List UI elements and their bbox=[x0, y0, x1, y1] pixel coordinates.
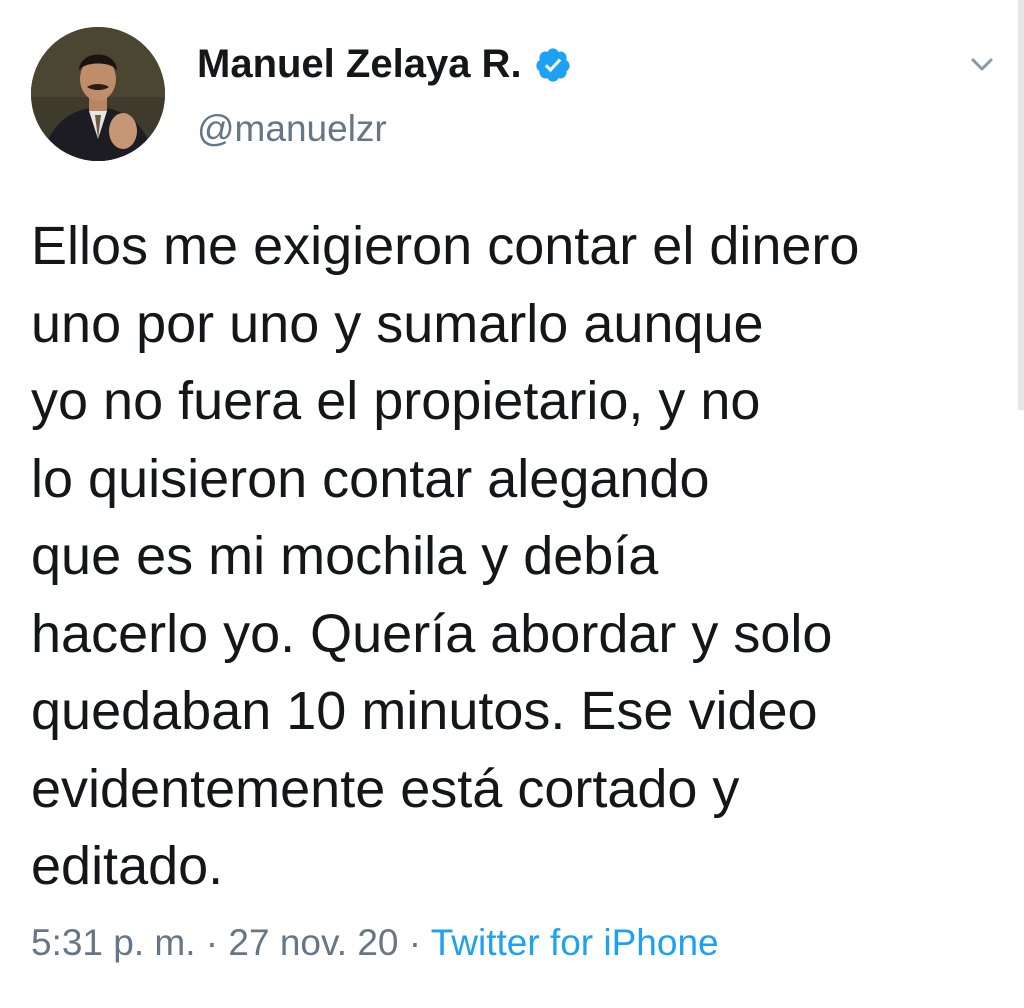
scrollbar[interactable] bbox=[1018, 0, 1024, 410]
meta-separator: · bbox=[195, 922, 229, 963]
author-handle[interactable]: @manuelzr bbox=[197, 108, 387, 150]
tweet-source-link[interactable]: Twitter for iPhone bbox=[431, 922, 719, 963]
tweet-card: Manuel Zelaya R. @manuelzr Ellos me exig… bbox=[0, 0, 1024, 1008]
author-name[interactable]: Manuel Zelaya R. bbox=[197, 42, 572, 87]
verified-badge-icon bbox=[534, 46, 572, 84]
meta-separator: · bbox=[398, 922, 431, 963]
tweet-time[interactable]: 5:31 p. m. bbox=[31, 922, 196, 963]
author-name-text[interactable]: Manuel Zelaya R. bbox=[197, 42, 522, 87]
tweet-text: Ellos me exigieron contar el dinero uno … bbox=[31, 216, 860, 896]
tweet-meta: 5:31 p. m. · 27 nov. 20 · Twitter for iP… bbox=[31, 922, 719, 964]
chevron-down-icon[interactable] bbox=[964, 50, 1000, 80]
avatar[interactable] bbox=[31, 27, 165, 161]
tweet-date[interactable]: 27 nov. 20 bbox=[228, 922, 398, 963]
